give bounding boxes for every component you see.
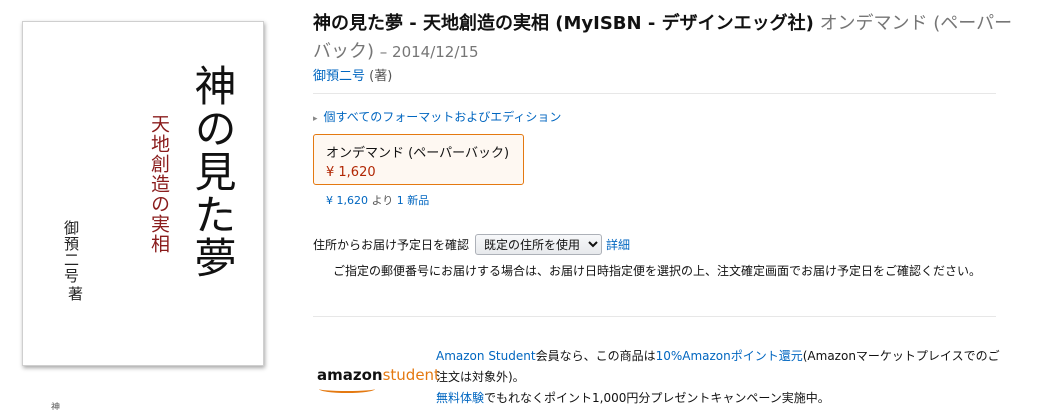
address-select[interactable]: 既定の住所を使用: [475, 234, 603, 255]
divider: [313, 316, 996, 317]
promo-text-3: でもれなくポイント1,000円分プレゼントキャンペーン実施中。: [484, 391, 830, 405]
byline: 御預二号 (著): [313, 65, 392, 84]
format-swatch-selected[interactable]: オンデマンド (ペーパーバック) ¥ 1,620: [313, 134, 524, 185]
offers-mid: より: [371, 194, 394, 207]
delivery-detail-link[interactable]: 詳細: [606, 236, 630, 253]
logo-amazon-text: amazon: [317, 366, 383, 384]
smile-icon: [319, 385, 375, 393]
author-role: (著): [369, 69, 393, 84]
free-trial-link[interactable]: 無料体験: [436, 391, 484, 405]
author-link[interactable]: 御預二号: [313, 69, 365, 84]
points-link[interactable]: 10%Amazonポイント還元: [656, 349, 803, 363]
swatch-price: ¥ 1,620: [326, 165, 376, 180]
divider: [313, 93, 996, 94]
delivery-note: ご指定の郵便番号にお届けする場合は、お届け日時指定便を選択の上、注文確定画面でお…: [333, 264, 982, 278]
all-formats-link[interactable]: 個すべてのフォーマットおよびエディション: [324, 110, 562, 124]
product-date: – 2014/12/15: [379, 43, 479, 61]
cover-author: 御預二号: [62, 220, 80, 284]
offers-line: ¥ 1,620 より 1 新品: [326, 192, 429, 208]
student-promo: Amazon Student会員なら、この商品は10%Amazonポイント還元(…: [436, 346, 1006, 409]
new-offers-link[interactable]: 1 新品: [397, 194, 430, 207]
delivery-label: 住所からお届け予定日を確認: [313, 238, 470, 252]
product-title-text: 神の見た夢 - 天地創造の実相 (MyISBN - デザインエッグ社): [313, 13, 814, 34]
amazon-student-link[interactable]: Amazon Student: [436, 349, 536, 363]
cover-title: 神の見た夢: [188, 64, 237, 279]
swatch-label: オンデマンド (ペーパーバック): [326, 146, 510, 161]
logo-student-text: student: [382, 366, 440, 384]
delivery-check: 住所からお届け予定日を確認 既定の住所を使用 詳細: [313, 234, 630, 255]
cover-subtitle: 天地創造の実相: [148, 114, 170, 254]
book-cover-image[interactable]: 神の見た夢 天地創造の実相 御預二号 著: [22, 21, 264, 366]
cover-author-suffix: 著: [66, 286, 84, 301]
triangle-right-icon: ▸: [313, 114, 318, 124]
thumbnail-text[interactable]: 神: [51, 400, 60, 410]
promo-text-1: 会員なら、この商品は: [535, 349, 656, 363]
product-title: 神の見た夢 - 天地創造の実相 (MyISBN - デザインエッグ社) オンデマ…: [313, 10, 1013, 66]
offers-price: ¥ 1,620: [326, 194, 368, 207]
all-formats-toggle[interactable]: ▸ 個すべてのフォーマットおよびエディション: [313, 108, 561, 125]
amazon-student-logo: amazonstudent: [317, 366, 440, 384]
